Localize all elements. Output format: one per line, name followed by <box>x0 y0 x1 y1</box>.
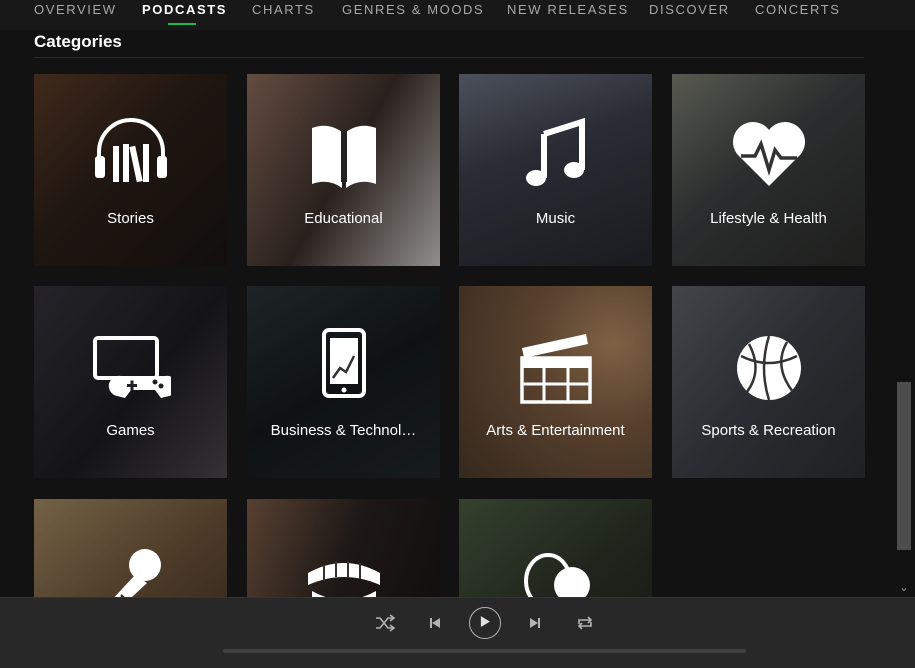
category-tile-business-technology[interactable]: Business & Technol… <box>247 286 440 478</box>
category-label: Arts & Entertainment <box>486 422 625 439</box>
open-book-icon <box>311 125 376 188</box>
play-button[interactable] <box>469 607 501 639</box>
microphone-icon <box>114 549 161 597</box>
repeat-icon[interactable] <box>574 614 596 632</box>
category-tile-comedy[interactable] <box>247 499 440 597</box>
active-tab-indicator <box>168 23 196 25</box>
tab-podcasts[interactable]: PODCASTS <box>142 2 228 25</box>
speech-bubbles-icon <box>523 553 590 597</box>
category-label: Games <box>106 422 155 439</box>
tab-charts[interactable]: CHARTS <box>252 2 315 17</box>
category-tile-sports-recreation[interactable]: Sports & Recreation <box>672 286 865 478</box>
category-tile-microphone[interactable] <box>34 499 227 597</box>
tab-overview[interactable]: OVERVIEW <box>34 2 117 17</box>
category-tile-arts-entertainment[interactable]: Arts & Entertainment <box>459 286 652 478</box>
tab-genres-moods[interactable]: GENRES & MOODS <box>342 2 484 17</box>
category-label: Stories <box>107 210 154 227</box>
category-label: Business & Technol… <box>270 422 417 439</box>
scrollbar-thumb[interactable] <box>897 382 911 550</box>
shuffle-icon[interactable] <box>374 614 396 632</box>
category-tile-stories[interactable]: Stories <box>34 74 227 266</box>
basketball-icon <box>736 335 801 401</box>
clapperboard-icon <box>519 334 592 404</box>
heart-pulse-icon <box>732 122 805 186</box>
tab-discover[interactable]: DISCOVER <box>649 2 730 17</box>
category-label: Music <box>535 210 576 227</box>
scroll-down-icon[interactable]: ⌄ <box>897 581 911 595</box>
tab-podcasts-label: PODCASTS <box>142 2 228 17</box>
category-tile-games[interactable]: Games <box>34 286 227 478</box>
phone-chart-icon <box>321 328 366 398</box>
category-grid: Stories Educational Music Lifestyle & He… <box>0 58 895 597</box>
play-icon <box>480 616 490 628</box>
progress-bar[interactable] <box>223 649 746 653</box>
section-heading: Categories <box>34 32 122 51</box>
category-tile-lifestyle-health[interactable]: Lifestyle & Health <box>672 74 865 266</box>
top-navigation: OVERVIEW PODCASTS CHARTS GENRES & MOODS … <box>0 0 915 30</box>
category-tile-music[interactable]: Music <box>459 74 652 266</box>
category-label: Educational <box>304 210 383 227</box>
tab-concerts[interactable]: CONCERTS <box>755 2 841 17</box>
player-bar <box>0 597 915 668</box>
previous-icon[interactable] <box>424 614 446 632</box>
music-note-icon <box>525 117 585 186</box>
next-icon[interactable] <box>524 614 546 632</box>
gamepad-monitor-icon <box>92 336 171 398</box>
headphones-books-icon <box>94 118 167 183</box>
vertical-scrollbar[interactable]: ⌄ <box>897 30 913 597</box>
teeth-icon <box>307 561 380 597</box>
category-label: Sports & Recreation <box>701 422 836 439</box>
category-tile-educational[interactable]: Educational <box>247 74 440 266</box>
tab-new-releases[interactable]: NEW RELEASES <box>507 2 629 17</box>
category-tile-society[interactable] <box>459 499 652 597</box>
category-label: Lifestyle & Health <box>710 210 827 227</box>
